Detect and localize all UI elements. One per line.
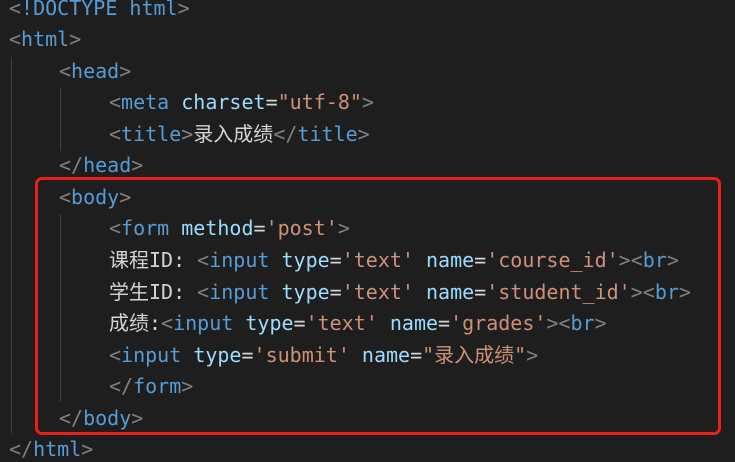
code-line: <meta charset="utf-8"> <box>109 87 374 119</box>
indent-guide-1 <box>11 57 12 433</box>
code-token: > <box>81 437 94 461</box>
code-token: charset <box>181 90 266 114</box>
code-line: <title>录入成绩</title> <box>109 119 370 151</box>
body-highlight-box <box>35 177 721 435</box>
code-token: > <box>131 153 144 177</box>
code-token: head <box>71 59 120 83</box>
code-token: html <box>33 437 82 461</box>
code-token: title <box>297 122 358 146</box>
code-token: title <box>121 122 182 146</box>
code-token: head <box>83 153 132 177</box>
code-token: < <box>9 27 22 51</box>
code-token: html <box>21 27 70 51</box>
code-line: <!DOCTYPE html> <box>9 0 190 25</box>
code-line: <html> <box>9 24 81 56</box>
code-token: > <box>69 27 82 51</box>
code-token: < <box>59 59 72 83</box>
code-token: meta <box>121 90 170 114</box>
code-token: > <box>119 59 132 83</box>
code-token: < <box>9 0 22 20</box>
code-editor[interactable]: <!DOCTYPE html> <html> <head> <meta charset… <box>0 0 735 462</box>
code-line: </html> <box>9 434 93 462</box>
code-token: > <box>357 122 370 146</box>
code-token: > <box>181 122 194 146</box>
code-token: = <box>265 90 278 114</box>
code-token: < <box>109 122 122 146</box>
code-token: < <box>109 90 122 114</box>
code-token: 录入成绩 <box>193 122 274 146</box>
code-token: !DOCTYPE html <box>21 0 178 20</box>
code-line: <head> <box>59 56 131 88</box>
code-token: </ <box>59 153 84 177</box>
code-token: > <box>361 90 374 114</box>
code-token: </ <box>273 122 298 146</box>
indent-guide-2 <box>60 88 61 151</box>
code-token: "utf-8" <box>277 90 362 114</box>
code-token: </ <box>9 437 34 461</box>
code-token: > <box>177 0 190 20</box>
